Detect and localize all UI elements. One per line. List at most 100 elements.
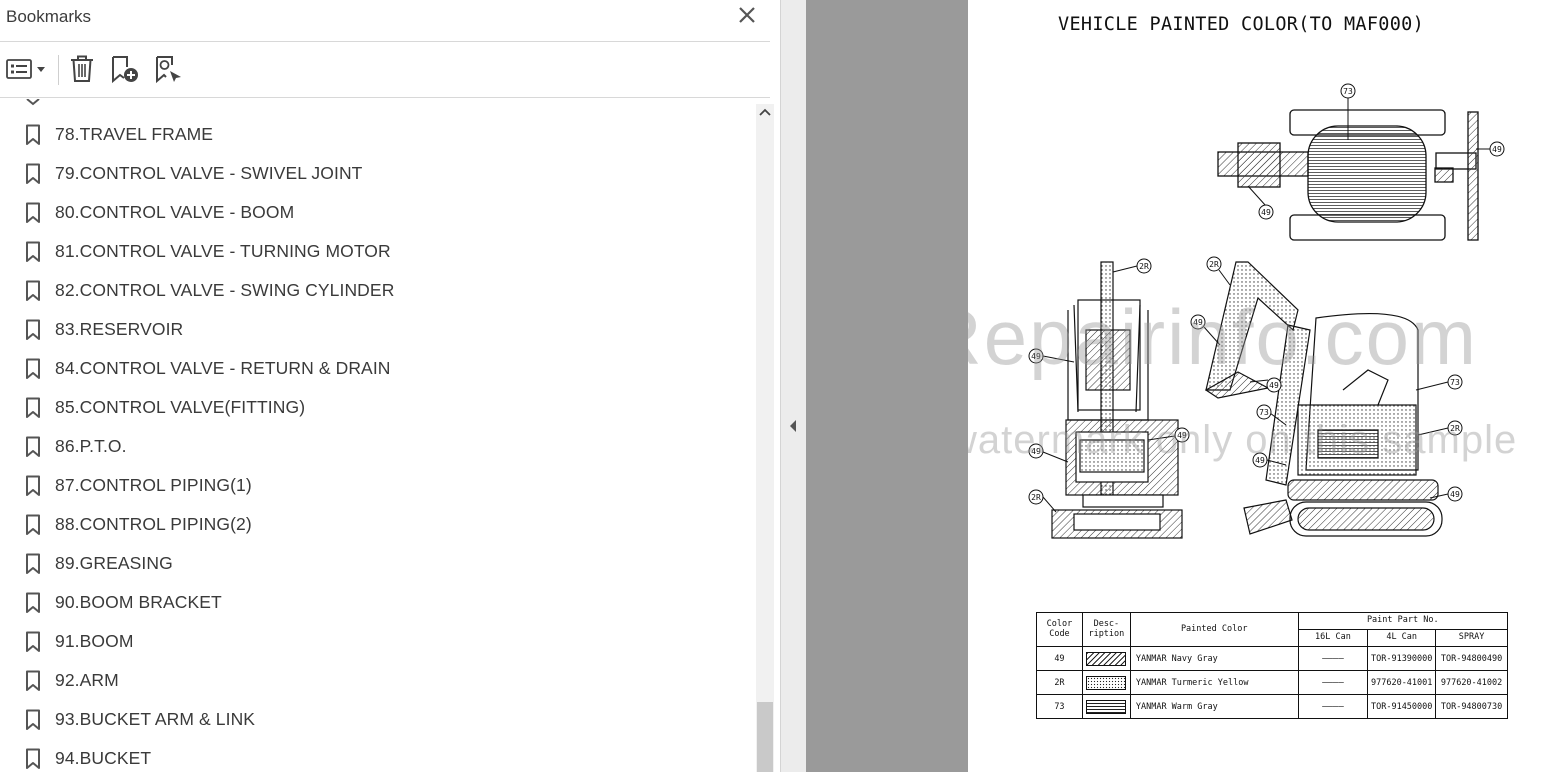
bookmark-icon — [26, 163, 40, 184]
document-page[interactable]: VEHICLE PAINTED COLOR(TO MAF000) 73 49 4… — [968, 0, 1550, 772]
bookmark-scrollbar[interactable] — [756, 104, 774, 772]
watermark-main: eRepairinfo.com — [968, 293, 1478, 381]
bookmark-item[interactable]: 92.ARM — [0, 661, 740, 700]
painted-color-cell: YANMAR Warm Gray — [1129, 694, 1299, 719]
can16-cell: ———— — [1297, 694, 1369, 719]
pattern-cell — [1081, 694, 1131, 719]
bookmark-item[interactable]: 82.CONTROL VALVE - SWING CYLINDER — [0, 271, 740, 310]
bookmark-item[interactable]: 90.BOOM BRACKET — [0, 583, 740, 622]
diagonal-hatch-swatch — [1086, 651, 1127, 666]
bookmark-label: 78.TRAVEL FRAME — [55, 124, 214, 144]
bookmarks-panel: Bookmarks 78.TRAVEL FRAME 79.CONTROL VAL… — [0, 0, 780, 772]
find-bookmark-button[interactable] — [152, 51, 186, 87]
scroll-up-icon[interactable] — [756, 104, 774, 122]
bookmark-icon — [26, 553, 40, 574]
callout-4-label: 2R — [1139, 262, 1149, 271]
bookmark-icon — [26, 358, 40, 379]
bookmark-label: 81.CONTROL VALVE - TURNING MOTOR — [55, 241, 391, 261]
table-row: 49 YANMAR Navy Gray ———— TOR-91390000 TO… — [1036, 646, 1508, 671]
spray-cell: TOR-94800730 — [1435, 694, 1508, 719]
horizontal-lines-swatch — [1086, 699, 1127, 714]
bookmark-item[interactable]: 79.CONTROL VALVE - SWIVEL JOINT — [0, 154, 740, 193]
can4-cell: 977620-41001 — [1367, 670, 1437, 695]
header-spray: SPRAY — [1435, 629, 1508, 647]
bookmark-label: 85.CONTROL VALVE(FITTING) — [55, 397, 306, 417]
bookmark-item[interactable]: 83.RESERVOIR — [0, 310, 740, 349]
bookmark-label: 94.BUCKET — [55, 748, 152, 768]
spray-cell: 977620-41002 — [1435, 670, 1508, 695]
bookmark-item[interactable]: 80.CONTROL VALVE - BOOM — [0, 193, 740, 232]
collapse-panel-icon[interactable] — [788, 418, 798, 434]
bookmark-icon — [26, 241, 40, 262]
bookmark-item[interactable]: 84.CONTROL VALVE - RETURN & DRAIN — [0, 349, 740, 388]
new-bookmark-button[interactable] — [108, 51, 142, 87]
callout-15: 2R — [1028, 489, 1057, 513]
bookmark-label: 84.CONTROL VALVE - RETURN & DRAIN — [55, 358, 391, 378]
bookmark-label: 90.BOOM BRACKET — [55, 592, 222, 612]
bookmark-icon — [26, 631, 40, 652]
color-code-cell: 2R — [1036, 670, 1083, 695]
bookmark-icon — [26, 397, 40, 418]
callout-5-label: 2R — [1209, 260, 1219, 269]
can16-cell: ———— — [1297, 670, 1369, 695]
bookmark-options-icon — [6, 59, 45, 79]
bookmark-item[interactable]: 87.CONTROL PIPING(1) — [0, 466, 740, 505]
can4-cell: TOR-91450000 — [1367, 694, 1437, 719]
bookmark-item[interactable]: 85.CONTROL VALVE(FITTING) — [0, 388, 740, 427]
close-icon[interactable] — [736, 4, 758, 26]
panel-splitter[interactable] — [780, 0, 806, 772]
callout-3-label: 49 — [1261, 208, 1271, 217]
bookmark-label: 88.CONTROL PIPING(2) — [55, 514, 252, 534]
table-row: 73 YANMAR Warm Gray ———— TOR-91450000 TO… — [1036, 694, 1508, 719]
toolbar-separator — [58, 55, 59, 85]
bookmark-icon — [26, 124, 40, 145]
bookmark-label: 86.P.T.O. — [55, 436, 127, 456]
bookmark-item[interactable]: 86.P.T.O. — [0, 427, 740, 466]
find-bookmark-icon — [156, 56, 181, 84]
bookmark-icon — [26, 709, 40, 730]
bookmark-item[interactable]: 78.TRAVEL FRAME — [0, 115, 740, 154]
bookmark-item[interactable]: 94.BUCKET — [0, 739, 740, 772]
dotted-swatch — [1086, 675, 1127, 690]
bookmark-icon — [26, 670, 40, 691]
bookmarks-header: Bookmarks — [0, 0, 770, 42]
scrollbar-thumb[interactable] — [757, 702, 773, 772]
header-color-code: Color Code — [1036, 612, 1083, 647]
table-row: 2R YANMAR Turmeric Yellow ———— 977620-41… — [1036, 670, 1508, 695]
header-4l-can: 4L Can — [1367, 629, 1437, 647]
watermark-sub: watermark only on this sample — [968, 418, 1518, 462]
callout-10-label: 73 — [1259, 408, 1269, 417]
bookmark-item[interactable]: 93.BUCKET ARM & LINK — [0, 700, 740, 739]
delete-bookmark-button[interactable] — [66, 51, 98, 87]
callout-15-label: 2R — [1031, 493, 1041, 502]
panel-title: Bookmarks — [6, 7, 92, 26]
pattern-cell — [1081, 670, 1131, 695]
callout-4: 2R — [1112, 258, 1152, 274]
header-painted-color: Painted Color — [1129, 612, 1299, 647]
bookmark-label: 93.BUCKET ARM & LINK — [55, 709, 256, 729]
delete-icon — [71, 55, 93, 82]
bookmark-item[interactable]: 89.GREASING — [0, 544, 740, 583]
bookmark-label: 91.BOOM — [55, 631, 134, 651]
header-paint-part-no: Paint Part No. — [1297, 612, 1509, 630]
paint-color-table: Color Code Desc- ription Painted Color P… — [1036, 612, 1509, 719]
bookmark-item[interactable]: 91.BOOM — [0, 622, 740, 661]
bookmark-icon — [26, 592, 40, 613]
bookmark-options-button[interactable] — [4, 51, 48, 87]
callout-2: 49 — [1476, 141, 1505, 157]
callout-5: 2R — [1206, 256, 1231, 286]
bookmark-icon — [26, 202, 40, 223]
bookmark-icon — [26, 319, 40, 340]
color-code-cell: 49 — [1036, 646, 1083, 671]
bookmark-list: 78.TRAVEL FRAME 79.CONTROL VALVE - SWIVEL… — [0, 99, 756, 772]
bookmark-item[interactable]: 88.CONTROL PIPING(2) — [0, 505, 740, 544]
bookmark-label: 82.CONTROL VALVE - SWING CYLINDER — [55, 280, 395, 300]
bookmark-icon — [26, 475, 40, 496]
bookmark-item[interactable]: 81.CONTROL VALVE - TURNING MOTOR — [0, 232, 740, 271]
bookmark-label: 83.RESERVOIR — [55, 319, 184, 339]
bookmark-icon — [26, 514, 40, 535]
callout-16-label: 49 — [1450, 490, 1460, 499]
callout-1-label: 73 — [1343, 87, 1353, 96]
bookmark-label: 80.CONTROL VALVE - BOOM — [55, 202, 295, 222]
pattern-cell — [1081, 646, 1131, 671]
